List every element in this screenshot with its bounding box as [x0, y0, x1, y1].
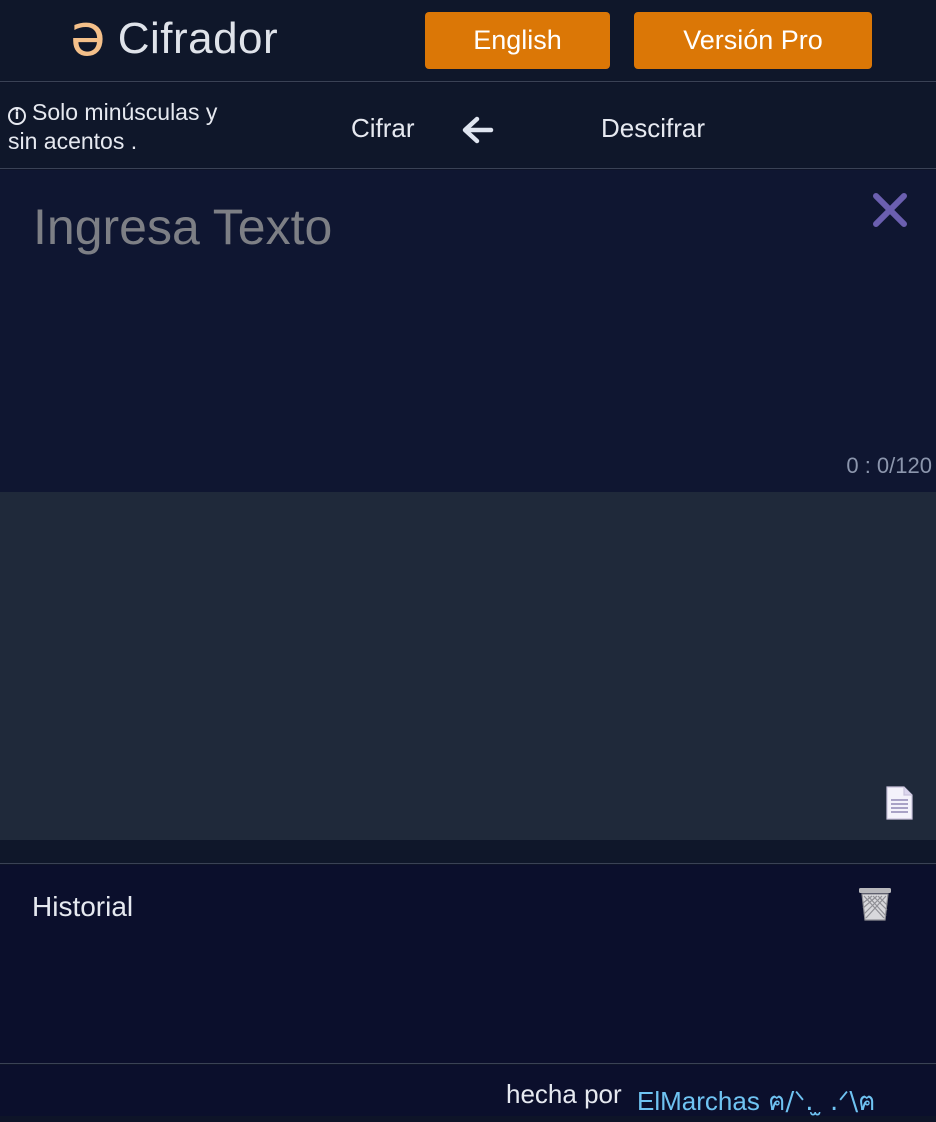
logo-icon: ə [70, 1, 106, 69]
english-language-button[interactable]: English [425, 12, 610, 69]
trash-icon[interactable] [858, 886, 892, 922]
info-text-line1: Solo minúsculas y [32, 99, 218, 125]
app-logo: ə Cifrador [70, 1, 279, 70]
info-notice: i Solo minúsculas y sin acentos . [8, 98, 268, 156]
decrypt-mode-label[interactable]: Descifrar [601, 113, 705, 144]
footer: hecha por ElMarchas ฅ/ᐠ. ̫ .ᐟ\ฅ [0, 1065, 936, 1117]
mode-bar: i Solo minúsculas y sin acentos . Cifrar … [0, 83, 936, 169]
close-icon[interactable] [871, 191, 909, 229]
made-by-label: hecha por [506, 1079, 622, 1109]
info-text-line2: sin acentos . [8, 128, 138, 154]
result-output-area[interactable] [0, 492, 936, 840]
document-icon[interactable] [886, 786, 913, 820]
character-counter: 0 : 0/120 [846, 453, 932, 478]
history-title: Historial [32, 891, 134, 922]
author-face[interactable]: ฅ/ᐠ. ̫ .ᐟ\ฅ [768, 1087, 875, 1117]
arrow-left-icon[interactable] [459, 114, 495, 146]
text-input-placeholder[interactable]: Ingresa Texto [33, 198, 332, 256]
author-name[interactable]: ElMarchas [637, 1086, 760, 1116]
app-title: Cifrador [117, 14, 279, 63]
info-icon: i [8, 107, 26, 125]
encrypt-mode-label[interactable]: Cifrar [351, 113, 415, 144]
section-divider [0, 840, 936, 864]
history-panel: Historial [0, 865, 936, 1064]
app-header: ə Cifrador English Versión Pro [0, 0, 936, 82]
pro-version-button[interactable]: Versión Pro [634, 12, 872, 69]
text-input-area[interactable]: Ingresa Texto 0 : 0/120 [0, 170, 936, 492]
